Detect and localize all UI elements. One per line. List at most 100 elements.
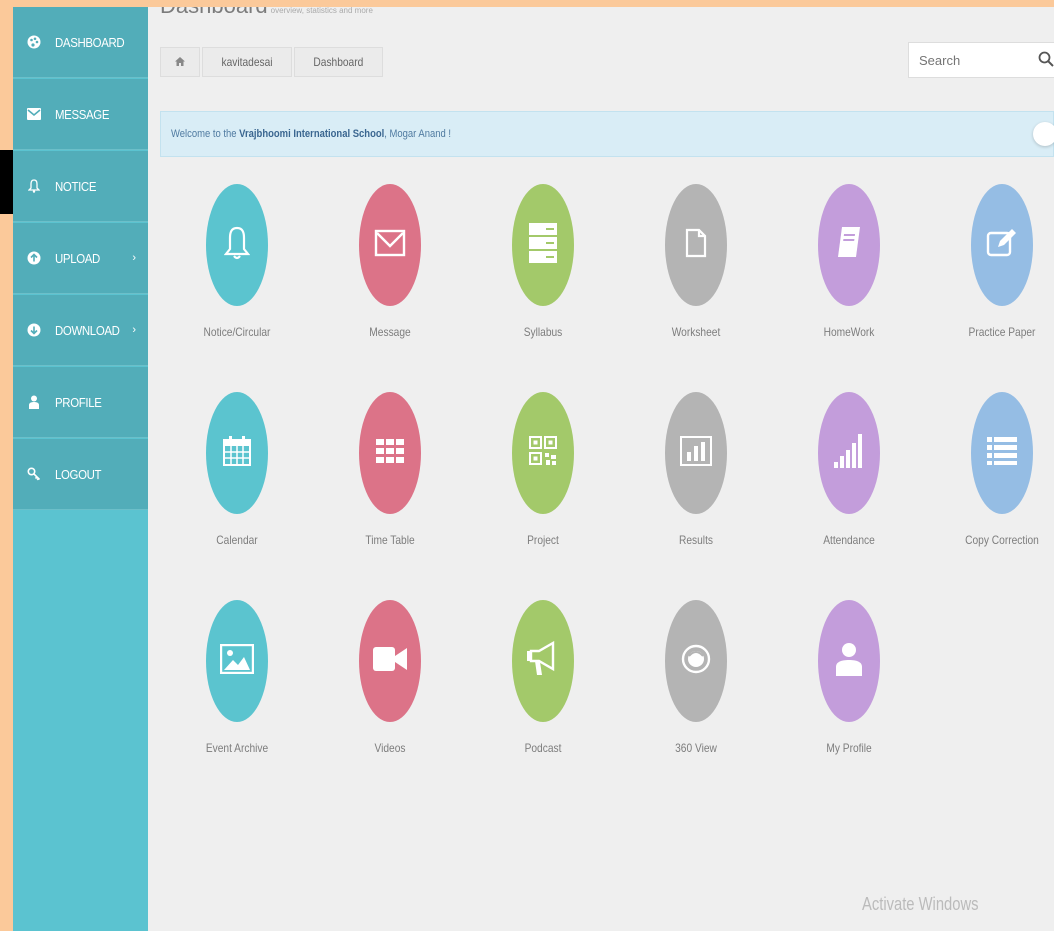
sidebar-item-download[interactable]: DOWNLOAD ›: [13, 295, 148, 366]
breadcrumb-home[interactable]: [160, 47, 200, 77]
picture-icon: [219, 643, 255, 679]
tile-circle: [206, 600, 268, 722]
sidebar-item-message[interactable]: MESSAGE: [13, 79, 148, 150]
search-icon[interactable]: [1038, 51, 1054, 72]
tile-event-archive[interactable]: Event Archive: [166, 600, 306, 790]
signal-icon: [834, 433, 864, 473]
sidebar-item-notice[interactable]: NOTICE: [13, 151, 148, 222]
tile-my-profile[interactable]: My Profile: [778, 600, 918, 790]
tile-circle: [206, 392, 268, 514]
sidebar-item-label: MESSAGE: [55, 106, 110, 122]
tile-circle: [818, 600, 880, 722]
file-icon: [685, 228, 707, 263]
tile-syllabus[interactable]: Syllabus: [472, 184, 612, 374]
page-title: Dashboardoverview, statistics and more: [160, 7, 373, 19]
tile-videos[interactable]: Videos: [319, 600, 459, 790]
bell-icon: [13, 179, 55, 193]
sidebar-item-profile[interactable]: PROFILE: [13, 367, 148, 438]
tile-message[interactable]: Message: [319, 184, 459, 374]
tile-360-view[interactable]: 360 View: [625, 600, 765, 790]
tile-circle: [971, 184, 1033, 306]
server-icon: [529, 222, 557, 268]
tile-practice-paper[interactable]: Practice Paper: [931, 184, 1054, 374]
tile-label: Notice/Circular: [203, 325, 271, 339]
tile-label: Event Archive: [205, 741, 269, 755]
welcome-banner: Welcome to the Vrajbhoomi International …: [160, 111, 1054, 157]
sidebar-item-label: UPLOAD: [55, 250, 100, 266]
breadcrumb-label: Dashboard: [313, 55, 364, 69]
tile-podcast[interactable]: Podcast: [472, 600, 612, 790]
tile-time-table[interactable]: Time Table: [319, 392, 459, 582]
breadcrumb: kavitadesai Dashboard: [160, 47, 385, 77]
envelope-icon: [374, 229, 406, 262]
tile-label: 360 View: [675, 741, 717, 755]
upload-circle-icon: [13, 251, 55, 265]
breadcrumb-label: kavitadesai: [221, 55, 273, 69]
windows-activation-watermark: Activate Windows: [862, 894, 979, 914]
tile-worksheet[interactable]: Worksheet: [625, 184, 765, 374]
tile-circle: [512, 184, 574, 306]
tile-notice-circular[interactable]: Notice/Circular: [166, 184, 306, 374]
sidebar-item-dashboard[interactable]: DASHBOARD: [13, 7, 148, 78]
key-icon: [13, 467, 55, 481]
breadcrumb-user[interactable]: kavitadesai: [202, 47, 293, 77]
school-name: Vrajbhoomi International School: [239, 128, 385, 140]
envelope-icon: [13, 108, 55, 120]
tile-circle: [359, 600, 421, 722]
sidebar-item-label: LOGOUT: [55, 466, 102, 482]
download-circle-icon: [13, 323, 55, 337]
breadcrumb-dashboard[interactable]: Dashboard: [294, 47, 383, 77]
search-input[interactable]: [917, 51, 1021, 69]
qrcode-icon: [529, 435, 557, 471]
sidebar-item-label: DASHBOARD: [55, 34, 125, 50]
main-content: Dashboardoverview, statistics and more k…: [148, 7, 1054, 931]
tile-attendance[interactable]: Attendance: [778, 392, 918, 582]
tile-label: Practice Paper: [968, 325, 1036, 339]
welcome-suffix: , Mogar Anand !: [384, 128, 452, 140]
sidebar-item-upload[interactable]: UPLOAD ›: [13, 223, 148, 294]
list-icon: [987, 436, 1017, 470]
home-icon: [175, 55, 185, 69]
user-icon: [835, 642, 863, 681]
tile-label: HomeWork: [823, 325, 875, 339]
tile-label: Results: [678, 533, 713, 547]
calendar-icon: [223, 435, 251, 471]
sidebar-item-label: NOTICE: [55, 178, 97, 194]
tile-label: Calendar: [216, 533, 258, 547]
search-box: [908, 42, 1054, 78]
megaphone-icon: [527, 640, 559, 682]
edit-icon: [986, 227, 1018, 264]
grid-icon: [376, 438, 404, 468]
tile-circle: [512, 392, 574, 514]
tile-label: Podcast: [524, 741, 562, 755]
tile-circle: [818, 392, 880, 514]
tile-results[interactable]: Results: [625, 392, 765, 582]
app-window: DASHBOARD MESSAGE NOTICE UPLOAD › DOWNLO…: [13, 7, 1054, 931]
video-camera-icon: [373, 646, 407, 676]
sidebar-item-label: DOWNLOAD: [55, 322, 120, 338]
sidebar-item-logout[interactable]: LOGOUT: [13, 439, 148, 510]
welcome-prefix: Welcome to the: [171, 128, 240, 140]
tile-label: Attendance: [823, 533, 875, 547]
tile-label: Time Table: [365, 533, 415, 547]
tile-homework[interactable]: HomeWork: [778, 184, 918, 374]
page-title-text: Dashboard: [160, 7, 268, 18]
page-subtitle: overview, statistics and more: [270, 7, 373, 15]
tile-label: Message: [369, 325, 411, 339]
tile-copy-correction[interactable]: Copy Correction: [931, 392, 1054, 582]
bell-icon: [223, 225, 251, 266]
tile-circle: [665, 184, 727, 306]
edge-marker: [0, 150, 13, 214]
tile-circle: [359, 392, 421, 514]
tile-calendar[interactable]: Calendar: [166, 392, 306, 582]
tile-project[interactable]: Project: [472, 392, 612, 582]
tile-circle: [512, 600, 574, 722]
tile-circle: [665, 600, 727, 722]
tile-circle: [971, 392, 1033, 514]
banner-toggle[interactable]: [1033, 122, 1054, 146]
sidebar-item-label: PROFILE: [55, 394, 102, 410]
tile-label: Copy Correction: [965, 533, 1039, 547]
tile-label: Syllabus: [523, 325, 563, 339]
tile-label: Videos: [374, 741, 406, 755]
tile-label: My Profile: [826, 741, 872, 755]
